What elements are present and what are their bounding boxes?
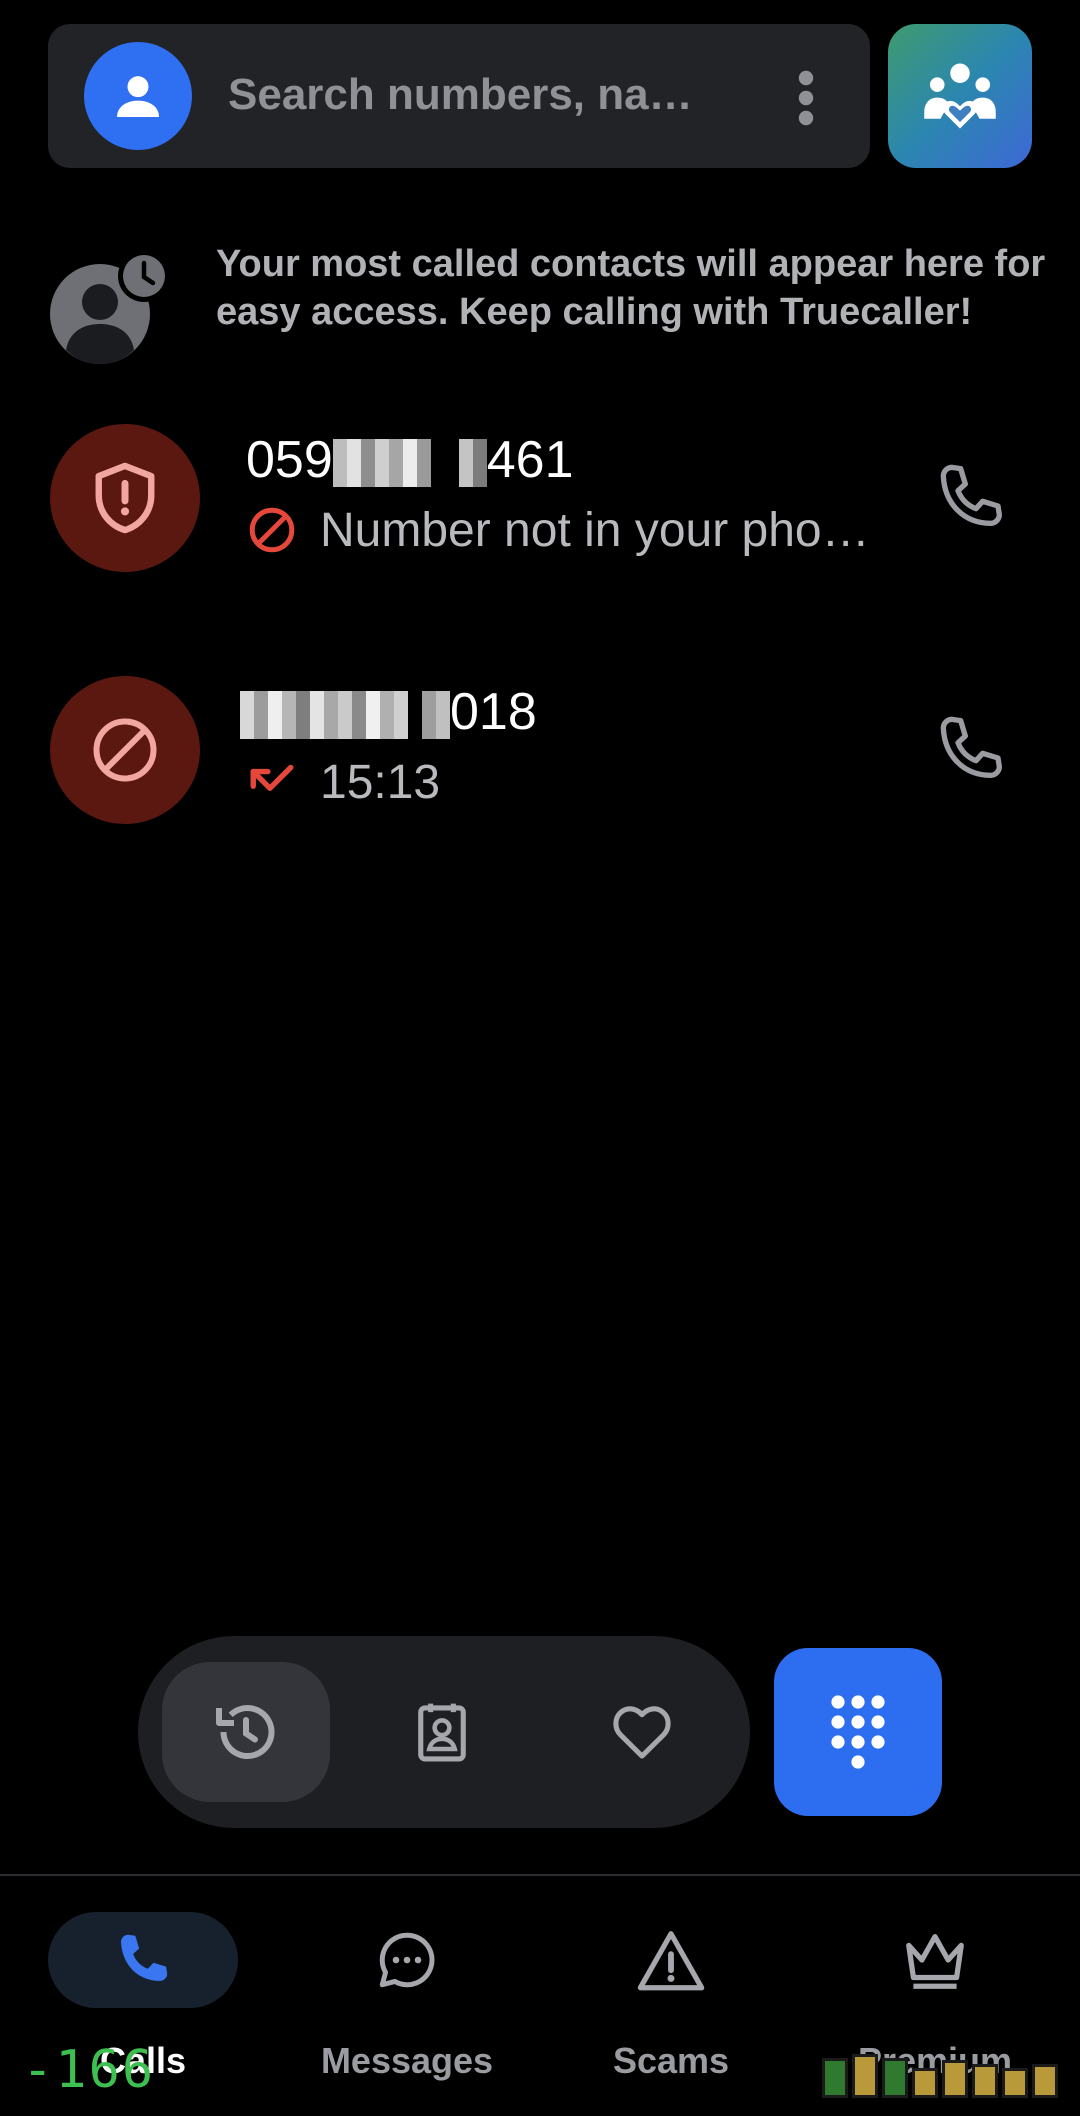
phone-icon[interactable] [930,710,1010,790]
hint-text: Your most called contacts will appear he… [216,243,1046,333]
call-log-row[interactable]: 059 461 Number not in your pho… [0,418,1080,578]
search-bar[interactable]: Search numbers, na… [48,24,870,168]
family-sharing-button[interactable] [888,24,1032,168]
blocked-avatar [50,676,200,824]
chat-bubble-icon [379,1932,435,1988]
heart-icon [613,1706,671,1759]
shield-alert-icon [95,462,155,534]
caller-number: 059 461 [246,430,574,490]
call-time: 15:13 [320,755,441,809]
contact-card-icon [418,1703,466,1762]
call-subtitle: 15:13 [246,752,440,812]
dialpad-icon [831,1695,885,1769]
call-subtitle-text: Number not in your pho… [320,503,870,557]
tab-favorites[interactable] [558,1662,726,1802]
dialpad-button[interactable] [774,1648,942,1816]
redacted-digits [332,439,487,488]
most-called-hint: Your most called contacts will appear he… [48,240,1045,370]
tab-recents[interactable] [162,1662,330,1802]
crown-icon [906,1934,964,1989]
call-subtitle: Number not in your pho… [246,500,870,560]
caller-number-suffix: 018 [450,683,537,741]
debug-counter-overlay: -166 [22,2040,156,2100]
caller-number-suffix: 461 [486,431,574,489]
call-log-row[interactable]: 018 15:13 [0,670,1080,830]
redacted-digits [240,691,450,740]
nav-messages[interactable]: Messages [272,1876,542,2116]
contact-history-icon [50,250,170,364]
blocked-icon [246,504,298,556]
nav-messages-indicator [312,1912,502,2008]
more-vert-icon[interactable] [794,70,818,126]
debug-bars-overlay [822,2052,1080,2098]
nav-premium-indicator [840,1912,1030,2008]
caller-number-prefix: 059 [246,431,333,489]
history-icon [216,1705,275,1759]
spam-avatar [50,424,200,572]
warning-icon [637,1931,705,1991]
phone-icon[interactable] [930,458,1010,538]
caller-number: 018 [240,682,537,742]
call-tabs-pill [138,1636,750,1828]
tab-contacts[interactable] [358,1662,526,1802]
blocked-icon [93,718,157,782]
nav-calls-indicator [48,1912,238,2008]
person-icon [117,76,159,117]
profile-avatar[interactable] [84,42,192,150]
nav-messages-label: Messages [320,2040,494,2081]
nav-scams-label: Scams [612,2040,730,2081]
family-group-icon [924,63,996,129]
search-input[interactable]: Search numbers, na… [228,70,693,120]
missed-call-icon [246,756,298,808]
phone-icon [121,1934,168,1981]
nav-scams[interactable]: Scams [536,1876,806,2116]
nav-scams-indicator [576,1912,766,2008]
